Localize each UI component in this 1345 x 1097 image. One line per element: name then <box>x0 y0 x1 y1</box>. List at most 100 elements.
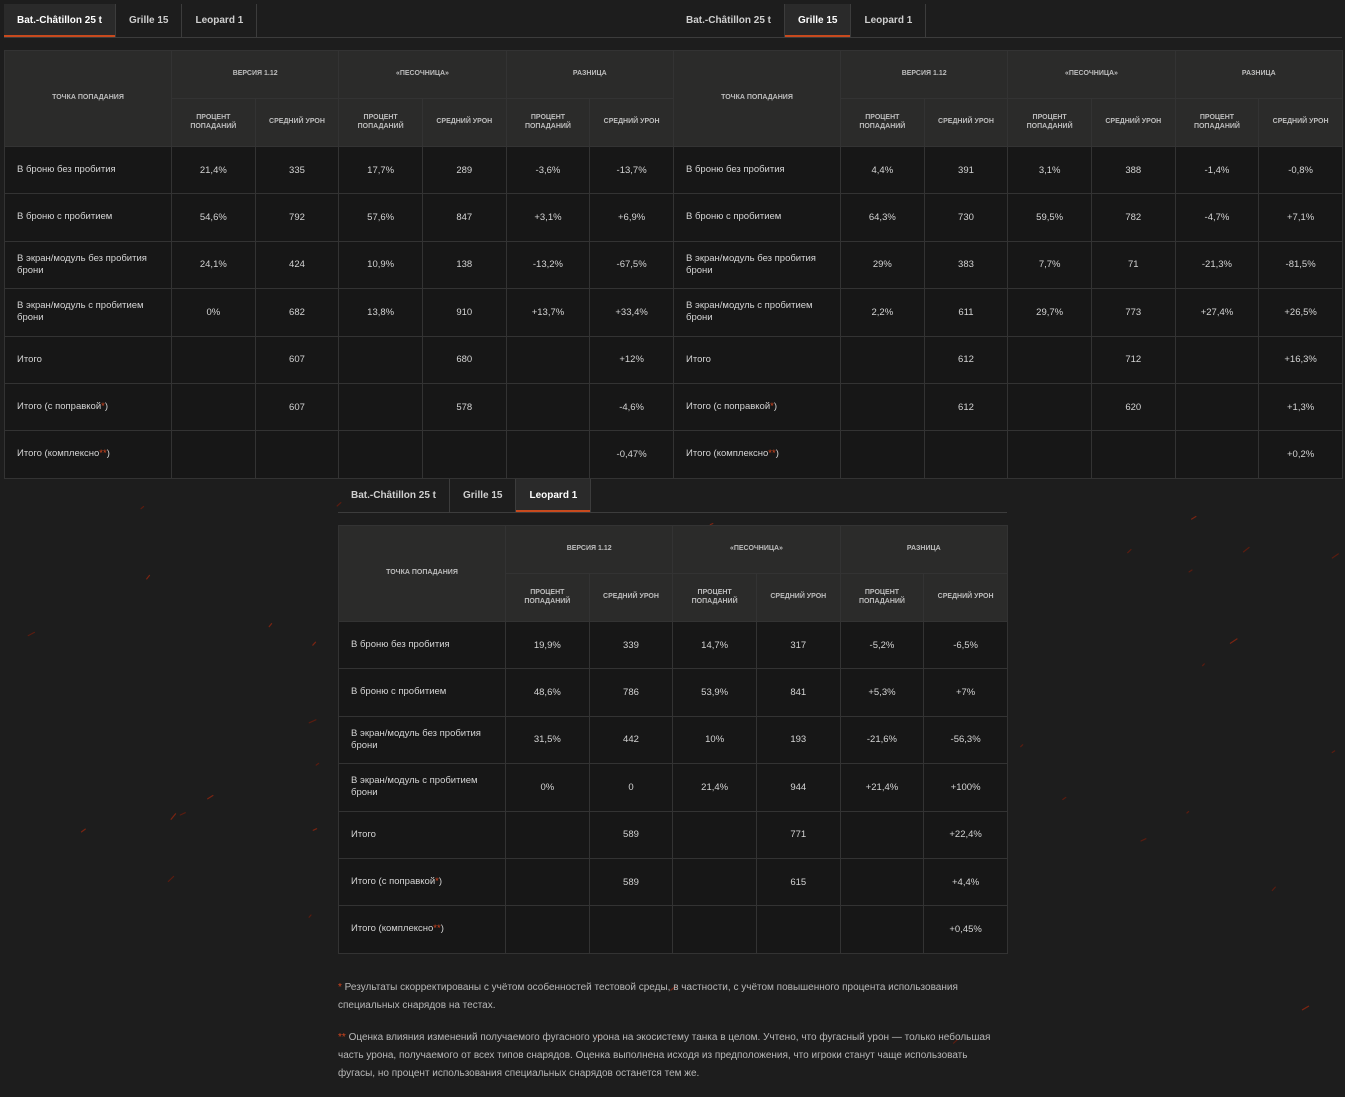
table-row: Итого (комплексно**) -0,47% <box>4 430 674 479</box>
row-label: В экран/модуль без пробития брони <box>4 240 172 290</box>
table-cell: 611 <box>923 288 1009 337</box>
row-label-suffix: ) <box>773 400 778 412</box>
spark <box>167 875 175 883</box>
table-cell: 612 <box>923 335 1009 384</box>
row-label-text: Итого (с поправкой <box>17 400 102 412</box>
table-row: В броню с пробитием 48,6% 786 53,9% 841 +5,3%… <box>338 668 1008 717</box>
spark <box>179 812 186 816</box>
spark <box>308 719 317 724</box>
tab-vehicle[interactable]: Leopard 1 <box>182 4 258 37</box>
tab-vehicle[interactable]: Bat.-Châtillon 25 t <box>4 4 117 37</box>
tab-vehicle[interactable]: Leopard 1 <box>851 4 927 37</box>
row-label: Итого (комплексно**) <box>338 905 506 954</box>
spark <box>315 762 320 766</box>
column-header-avg-damage: Средний урон <box>923 98 1009 147</box>
table-cell: 680 <box>421 335 507 384</box>
table-row: Итого (с поправкой*) 612 620 +1,3% <box>673 382 1343 432</box>
tab-vehicle[interactable]: Bat.-Châtillon 25 t <box>338 479 451 512</box>
damage-table: Точка попадания Версия 1.12 «Песочница» Раз… <box>4 50 674 479</box>
table-cell: 21,4% <box>171 145 256 195</box>
vehicle-tabs: Bat.-Châtillon 25 t Grille 15 Leopard 1 <box>338 479 1007 513</box>
table-cell: 29% <box>840 240 925 290</box>
table-cell <box>171 382 256 432</box>
row-label-text: В экран/модуль с пробитием брони <box>17 300 144 324</box>
row-label-text: В броню без пробития <box>686 164 785 176</box>
column-header-avg-damage: Средний урон <box>421 98 507 147</box>
row-label-text: В экран/модуль с пробитием брони <box>686 300 813 324</box>
table-cell: 786 <box>588 668 674 717</box>
damage-table: Точка попадания Версия 1.12 «Песочница» Раз… <box>338 525 1008 954</box>
row-label: В экран/модуль без пробития брони <box>673 240 841 290</box>
table-cell: +7% <box>923 668 1008 717</box>
table-row: В броню без пробития 4,4% 391 3,1% 388 -1,4% -… <box>673 145 1343 195</box>
table-cell: 57,6% <box>338 193 423 242</box>
table-cell <box>839 810 925 859</box>
tab-vehicle[interactable]: Grille 15 <box>450 479 517 512</box>
spark <box>308 914 312 918</box>
column-header-avg-damage: Средний урон <box>1090 98 1176 147</box>
table-cell: +100% <box>923 763 1008 812</box>
row-label-suffix: ) <box>440 923 444 935</box>
column-header-hit-point: Точка попадания <box>338 525 506 622</box>
table-cell <box>505 905 590 954</box>
table-cell: 14,7% <box>672 620 757 670</box>
column-header-avg-damage: Средний урон <box>923 573 1008 622</box>
column-header-hit-percent: Процент попаданий <box>840 98 925 147</box>
row-label: Итого (с поправкой*) <box>673 382 841 432</box>
tab-vehicle[interactable]: Grille 15 <box>116 4 183 37</box>
row-label-text: Итого (комплексно <box>686 448 769 460</box>
table-cell: -0,47% <box>589 430 674 479</box>
table-cell <box>755 905 841 954</box>
spark <box>312 828 318 831</box>
table-row: Итого 612 712 +16,3% <box>673 335 1343 384</box>
table-cell <box>1174 430 1260 479</box>
table-cell <box>171 430 256 479</box>
table-cell: -13,2% <box>505 240 591 290</box>
spark <box>140 505 145 510</box>
row-label-text: Итого (с поправкой <box>351 875 436 887</box>
table-header-row: Точка попадания Версия 1.12 «Песочница» Раз… <box>4 50 674 147</box>
column-group-header: Версия 1.12 <box>504 525 674 574</box>
table-cell <box>505 430 591 479</box>
table-cell: 620 <box>1090 382 1176 432</box>
table-cell: 773 <box>1090 288 1176 337</box>
spark <box>27 631 36 637</box>
column-header-avg-damage: Средний урон <box>755 573 841 622</box>
row-label: В броню без пробития <box>338 620 506 670</box>
column-group-header: «Песочница» <box>338 50 507 99</box>
table-cell: 339 <box>588 620 674 670</box>
spark <box>1301 1005 1310 1011</box>
tab-vehicle[interactable]: Grille 15 <box>785 4 852 37</box>
table-cell: 53,9% <box>672 668 757 717</box>
spark <box>207 794 214 800</box>
table-cell: 607 <box>254 335 340 384</box>
table-cell: 54,6% <box>171 193 256 242</box>
table-cell <box>672 857 757 907</box>
tab-vehicle[interactable]: Bat.-Châtillon 25 t <box>673 4 786 37</box>
table-cell: 589 <box>588 810 674 859</box>
table-cell: 19,9% <box>505 620 590 670</box>
table-cell: 289 <box>421 145 507 195</box>
table-row: В экран/модуль без пробития брони 31,5% 44… <box>338 715 1008 765</box>
spark <box>1331 750 1336 754</box>
table-cell: +22,4% <box>923 810 1008 859</box>
table-row: Итого (комплексно**) +0,2% <box>673 430 1343 479</box>
table-cell <box>839 905 925 954</box>
table-cell: 29,7% <box>1007 288 1092 337</box>
table-cell: 589 <box>588 857 674 907</box>
table-cell: 391 <box>923 145 1009 195</box>
row-label-suffix: ) <box>106 448 110 460</box>
table-cell <box>171 335 256 384</box>
table-cell <box>672 810 757 859</box>
table-cell: 193 <box>755 715 841 765</box>
table-cell <box>840 335 925 384</box>
table-cell: 383 <box>923 240 1009 290</box>
table-cell: -0,8% <box>1258 145 1343 195</box>
table-row: В экран/модуль с пробитием брони 0% 0 21,4%… <box>338 763 1008 812</box>
column-header-hit-percent: Процент попаданий <box>505 98 591 147</box>
tab-vehicle[interactable]: Leopard 1 <box>516 479 592 512</box>
spark <box>1201 663 1205 667</box>
column-header-avg-damage: Средний урон <box>588 573 674 622</box>
table-cell: 2,2% <box>840 288 925 337</box>
table-cell <box>672 905 757 954</box>
